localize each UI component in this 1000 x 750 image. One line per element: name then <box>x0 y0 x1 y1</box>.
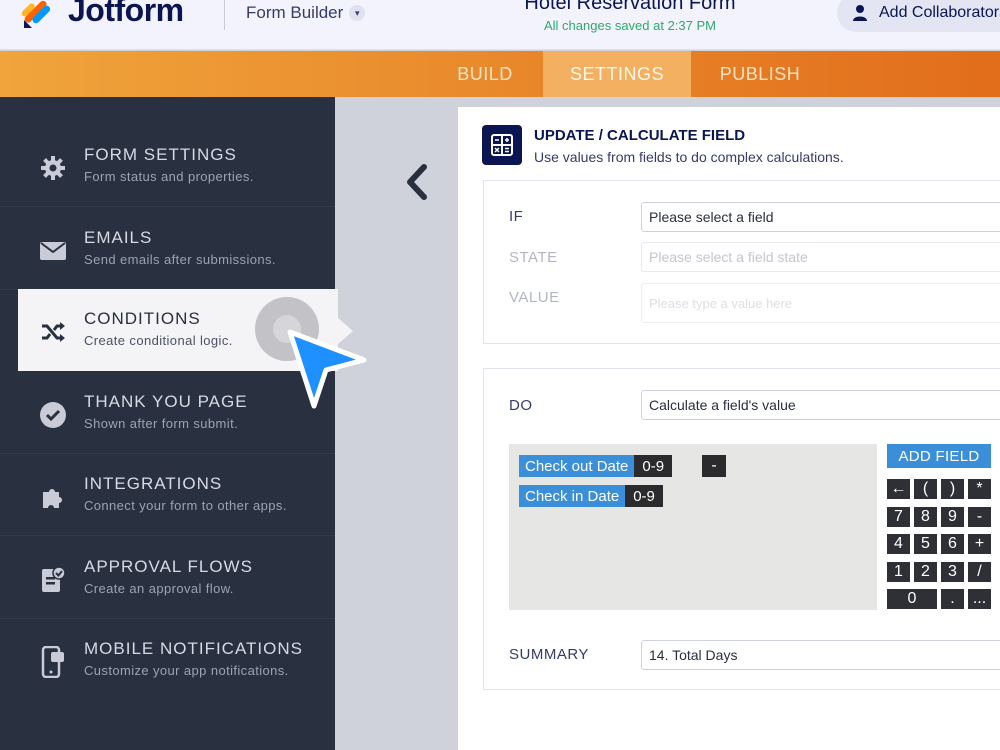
sidebar-item-form-settings[interactable]: FORM SETTINGS Form status and properties… <box>0 125 335 207</box>
top-bar: Jotform Form Builder ▾ Hotel Reservation… <box>0 0 1000 50</box>
tab-settings[interactable]: SETTINGS <box>543 51 691 97</box>
key-close-paren[interactable]: ) <box>941 479 964 499</box>
jotform-logo-icon[interactable] <box>18 0 54 30</box>
if-label: IF <box>509 208 524 225</box>
save-status: All changes saved at 2:37 PM <box>544 18 716 33</box>
sidebar-item-integrations[interactable]: INTEGRATIONS Connect your form to other … <box>0 454 335 536</box>
field-chip-range: 0-9 <box>625 485 663 507</box>
gear-icon <box>38 153 68 183</box>
settings-sidebar: FORM SETTINGS Form status and properties… <box>0 97 338 750</box>
back-arrow-icon[interactable] <box>400 162 434 202</box>
panel-title: UPDATE / CALCULATE FIELD <box>534 127 746 144</box>
key-multiply[interactable]: * <box>968 479 991 499</box>
key-minus[interactable]: - <box>968 507 991 527</box>
shuffle-icon <box>38 317 68 347</box>
main-nav: BUILD SETTINGS PUBLISH <box>0 51 1000 97</box>
tab-publish[interactable]: PUBLISH <box>710 51 810 97</box>
state-label: STATE <box>509 249 558 266</box>
summary-label: SUMMARY <box>509 646 589 663</box>
summary-field-select[interactable]: 14. Total Days <box>641 640 1000 670</box>
key-7[interactable]: 7 <box>887 507 910 527</box>
tab-build[interactable]: BUILD <box>445 51 525 97</box>
sidebar-item-title: FORM SETTINGS <box>84 145 237 164</box>
field-chip-name: Check in Date <box>525 487 620 505</box>
sidebar-item-subtitle: Create conditional logic. <box>84 333 233 348</box>
mobile-icon <box>38 646 68 678</box>
do-label: DO <box>509 397 533 414</box>
field-chip[interactable]: Check out Date 0-9 <box>519 455 673 477</box>
user-icon <box>853 5 867 21</box>
sidebar-item-mobile-notifications[interactable]: MOBILE NOTIFICATIONS Customize your app … <box>0 619 335 701</box>
sidebar-item-emails[interactable]: EMAILS Send emails after submissions. <box>0 208 335 290</box>
key-9[interactable]: 9 <box>941 507 964 527</box>
sidebar-item-title: APPROVAL FLOWS <box>84 557 253 576</box>
header-divider <box>224 0 225 30</box>
add-collaborators-button[interactable]: Add Collaborators <box>837 0 1000 32</box>
sidebar-item-title: INTEGRATIONS <box>84 474 223 493</box>
do-action-select[interactable]: Calculate a field's value <box>641 390 1000 420</box>
add-field-button[interactable]: ADD FIELD <box>887 444 991 468</box>
sidebar-item-title: THANK YOU PAGE <box>84 392 248 411</box>
sidebar-item-title: CONDITIONS <box>84 309 201 328</box>
panel-subtitle: Use values from fields to do complex cal… <box>534 149 844 165</box>
value-label: VALUE <box>509 289 560 306</box>
sidebar-item-approval-flows[interactable]: APPROVAL FLOWS Create an approval flow. <box>0 537 335 619</box>
puzzle-icon <box>38 482 68 512</box>
key-2[interactable]: 2 <box>914 562 937 582</box>
approval-doc-icon <box>38 565 68 595</box>
sidebar-item-subtitle: Shown after form submit. <box>84 416 239 431</box>
key-more[interactable]: ... <box>968 589 991 609</box>
key-8[interactable]: 8 <box>914 507 937 527</box>
key-3[interactable]: 3 <box>941 562 964 582</box>
key-1[interactable]: 1 <box>887 562 910 582</box>
sidebar-item-subtitle: Customize your app notifications. <box>84 663 289 678</box>
key-plus[interactable]: + <box>968 534 991 554</box>
chevron-down-icon: ▾ <box>349 5 366 21</box>
key-4[interactable]: 4 <box>887 534 910 554</box>
value-input[interactable]: Please type a value here <box>641 283 1000 323</box>
key-6[interactable]: 6 <box>941 534 964 554</box>
key-5[interactable]: 5 <box>914 534 937 554</box>
key-divide[interactable]: / <box>968 562 991 582</box>
sidebar-item-title: MOBILE NOTIFICATIONS <box>84 639 303 658</box>
field-chip-range: 0-9 <box>634 455 673 477</box>
sidebar-item-subtitle: Send emails after submissions. <box>84 252 276 267</box>
sidebar-item-subtitle: Create an approval flow. <box>84 581 234 596</box>
cursor-arrow-icon <box>287 329 367 409</box>
field-chip[interactable]: Check in Date 0-9 <box>519 485 663 507</box>
key-decimal[interactable]: . <box>941 589 964 609</box>
calculator-icon <box>482 125 522 165</box>
envelope-icon <box>38 236 68 266</box>
key-backspace[interactable]: ← <box>887 479 910 499</box>
field-chip-name: Check out Date <box>525 457 629 475</box>
sidebar-item-title: EMAILS <box>84 228 153 247</box>
operator-chip[interactable]: - <box>702 455 726 477</box>
if-field-select[interactable]: Please select a field <box>641 202 1000 232</box>
form-builder-label: Form Builder <box>246 3 344 22</box>
form-builder-dropdown[interactable]: Form Builder ▾ <box>246 3 366 23</box>
add-collaborators-label: Add Collaborators <box>879 4 1000 21</box>
sidebar-item-subtitle: Connect your form to other apps. <box>84 498 287 513</box>
state-field-select[interactable]: Please select a field state <box>641 242 1000 272</box>
logo-text[interactable]: Jotform <box>68 0 184 29</box>
key-0[interactable]: 0 <box>887 589 937 609</box>
check-circle-icon <box>38 400 68 430</box>
sidebar-item-subtitle: Form status and properties. <box>84 169 254 184</box>
key-open-paren[interactable]: ( <box>914 479 937 499</box>
form-title[interactable]: Hotel Reservation Form <box>470 0 790 15</box>
